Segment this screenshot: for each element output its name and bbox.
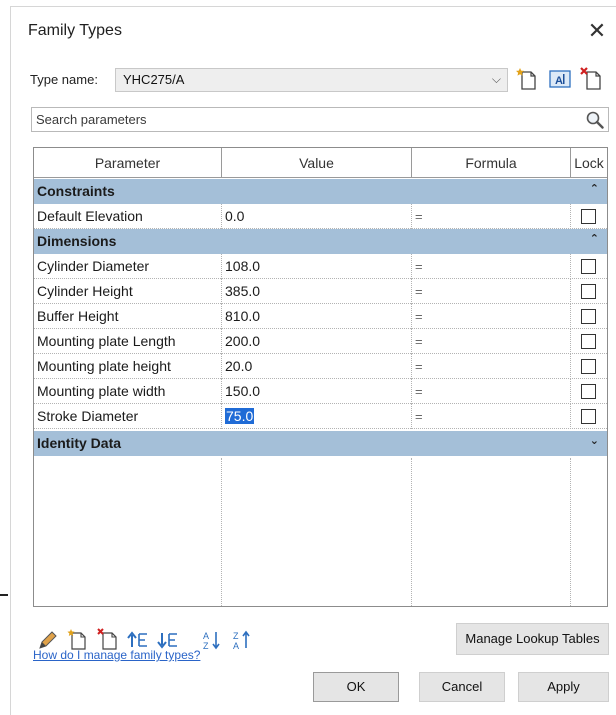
parameter-formula[interactable]: = [412, 204, 571, 229]
background-artifact [0, 594, 8, 596]
parameters-table: Parameter Value Formula Lock Constraints… [33, 147, 608, 607]
lock-checkbox[interactable] [581, 409, 596, 424]
group-header-constraints[interactable]: Constraints ⌃ [34, 179, 607, 204]
parameter-value[interactable]: 20.0 [222, 354, 412, 379]
expand-icon[interactable]: ⌄ [590, 434, 599, 447]
svg-text:Z: Z [203, 641, 209, 651]
empty-column [412, 458, 571, 606]
lock-checkbox[interactable] [581, 259, 596, 274]
parameter-name: Mounting plate Length [34, 329, 222, 354]
group-label: Constraints [37, 183, 115, 199]
rename-type-icon[interactable]: A [546, 65, 574, 93]
table-row: Mounting plate Length 200.0 = [34, 329, 607, 354]
column-header-lock[interactable]: Lock [571, 148, 607, 178]
delete-type-icon[interactable] [578, 65, 606, 93]
table-row: Mounting plate height 20.0 = [34, 354, 607, 379]
lock-cell [571, 254, 607, 279]
sort-ascending-icon[interactable]: A Z [200, 627, 226, 653]
parameter-value[interactable]: 200.0 [222, 329, 412, 354]
parameter-value[interactable]: 810.0 [222, 304, 412, 329]
selected-value-text[interactable]: 75.0 [225, 408, 255, 424]
manage-lookup-tables-button[interactable]: Manage Lookup Tables [456, 623, 609, 655]
parameter-formula[interactable]: = [412, 304, 571, 329]
table-row: Cylinder Diameter 108.0 = [34, 254, 607, 279]
table-row: Cylinder Height 385.0 = [34, 279, 607, 304]
svg-text:A: A [555, 75, 563, 87]
group-header-identity-data[interactable]: Identity Data ⌄ [34, 431, 607, 456]
dialog-title: Family Types [28, 22, 122, 39]
parameter-formula[interactable]: = [412, 254, 571, 279]
help-link[interactable]: How do I manage family types? [33, 648, 200, 662]
column-header-value[interactable]: Value [222, 148, 412, 178]
collapse-icon[interactable]: ⌃ [590, 232, 599, 245]
family-types-dialog: Family Types ✕ Type name: YHC275/A ⌵ A S… [10, 6, 616, 715]
collapse-icon[interactable]: ⌃ [590, 182, 599, 195]
search-icon[interactable] [585, 110, 605, 130]
type-name-row: Type name: YHC275/A ⌵ A [11, 65, 616, 95]
apply-button[interactable]: Apply [518, 672, 609, 702]
parameter-name: Buffer Height [34, 304, 222, 329]
parameter-formula[interactable]: = [412, 404, 571, 429]
group-label: Dimensions [37, 233, 117, 249]
ok-button[interactable]: OK [313, 672, 399, 702]
cancel-button[interactable]: Cancel [419, 672, 505, 702]
parameter-value[interactable]: 0.0 [222, 204, 412, 229]
parameter-name: Cylinder Diameter [34, 254, 222, 279]
group-header-dimensions[interactable]: Dimensions ⌃ [34, 229, 607, 254]
parameter-name: Default Elevation [34, 204, 222, 229]
parameter-value[interactable]: 150.0 [222, 379, 412, 404]
type-name-value: YHC275/A [123, 72, 185, 87]
lock-checkbox[interactable] [581, 359, 596, 374]
table-row: Stroke Diameter 75.0 = [34, 404, 607, 429]
table-row: Buffer Height 810.0 = [34, 304, 607, 329]
parameter-formula[interactable]: = [412, 279, 571, 304]
svg-text:A: A [233, 641, 239, 651]
parameter-value-selected[interactable]: 75.0 [222, 404, 412, 429]
parameter-name: Cylinder Height [34, 279, 222, 304]
lock-cell [571, 404, 607, 429]
lock-checkbox[interactable] [581, 334, 596, 349]
parameter-value[interactable]: 385.0 [222, 279, 412, 304]
parameter-name: Mounting plate width [34, 379, 222, 404]
close-button[interactable]: ✕ [584, 18, 610, 44]
svg-text:Z: Z [233, 631, 239, 641]
lock-checkbox[interactable] [581, 209, 596, 224]
lock-cell [571, 204, 607, 229]
table-row: Default Elevation 0.0 = [34, 204, 607, 229]
type-name-label: Type name: [30, 72, 98, 87]
lock-cell [571, 304, 607, 329]
lock-cell [571, 279, 607, 304]
column-header-formula[interactable]: Formula [412, 148, 571, 178]
search-input[interactable] [32, 108, 580, 131]
group-label: Identity Data [37, 435, 122, 451]
empty-column [34, 458, 222, 606]
parameter-value[interactable]: 108.0 [222, 254, 412, 279]
search-box [31, 107, 609, 132]
sort-descending-icon[interactable]: Z A [230, 627, 256, 653]
table-row: Mounting plate width 150.0 = [34, 379, 607, 404]
lock-cell [571, 329, 607, 354]
lock-cell [571, 354, 607, 379]
empty-column [222, 458, 412, 606]
parameter-formula[interactable]: = [412, 379, 571, 404]
lock-checkbox[interactable] [581, 284, 596, 299]
svg-text:A: A [203, 631, 209, 641]
parameter-formula[interactable]: = [412, 354, 571, 379]
new-type-icon[interactable] [514, 65, 542, 93]
lock-cell [571, 379, 607, 404]
table-header: Parameter Value Formula Lock [34, 148, 607, 178]
parameter-name: Stroke Diameter [34, 404, 222, 429]
title-bar: Family Types ✕ [11, 7, 616, 53]
lock-checkbox[interactable] [581, 309, 596, 324]
type-name-dropdown[interactable]: YHC275/A ⌵ [115, 68, 508, 92]
parameter-name: Mounting plate height [34, 354, 222, 379]
chevron-down-icon: ⌵ [491, 72, 501, 86]
parameter-formula[interactable]: = [412, 329, 571, 354]
lock-checkbox[interactable] [581, 384, 596, 399]
column-header-parameter[interactable]: Parameter [34, 148, 222, 178]
